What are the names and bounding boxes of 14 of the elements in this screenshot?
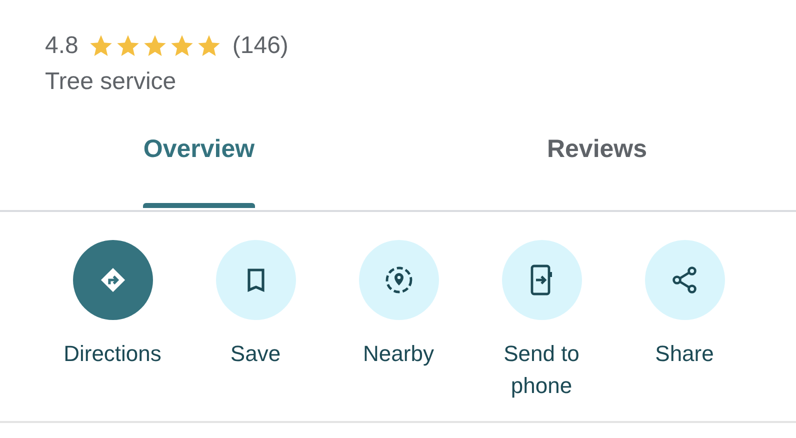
action-label: Send to phone xyxy=(502,340,580,400)
action-label: Directions xyxy=(62,340,162,368)
tab[interactable]: Overview xyxy=(0,117,398,210)
action-label: Save xyxy=(229,340,282,368)
phone-icon xyxy=(530,264,554,296)
action-label: Share xyxy=(654,340,715,368)
category-label: Tree service xyxy=(45,68,178,96)
rating-value: 4.8 xyxy=(45,32,78,60)
action-label: Nearby xyxy=(362,340,435,368)
bookmark-icon xyxy=(244,267,266,293)
share-icon xyxy=(670,265,700,295)
review-count: (146) xyxy=(232,32,288,60)
tab[interactable]: Reviews xyxy=(398,117,796,210)
location-pin-icon xyxy=(384,265,414,295)
